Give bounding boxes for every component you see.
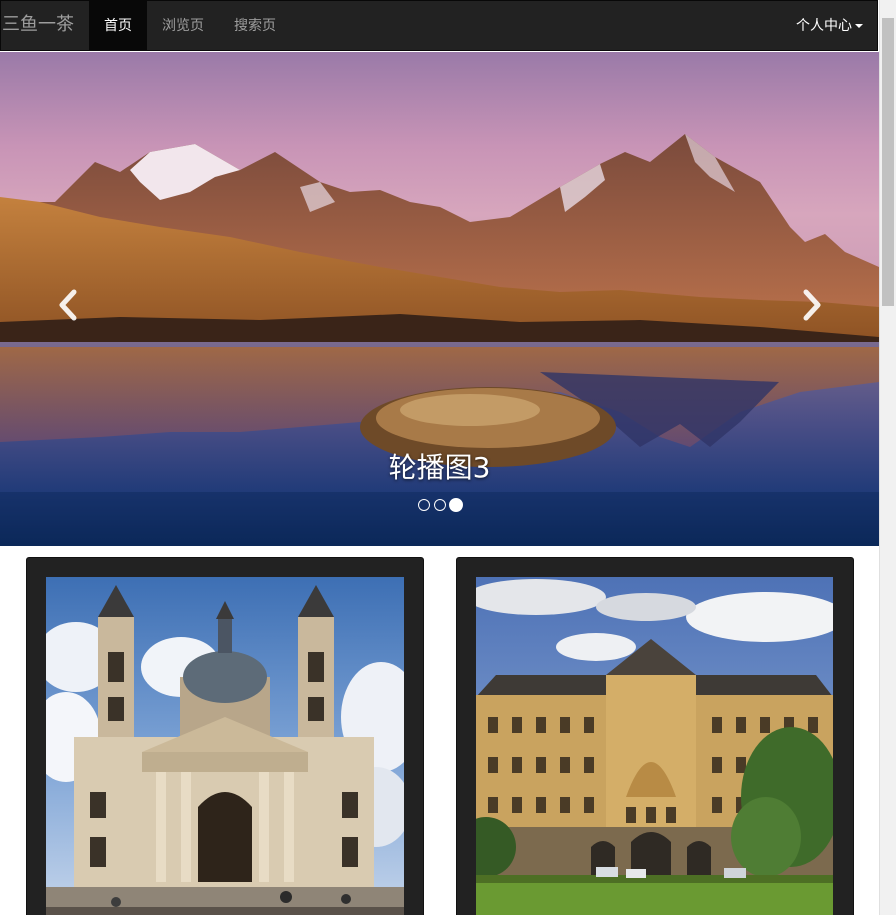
nav-item-browse[interactable]: 浏览页 [147,1,219,51]
nav-item-home[interactable]: 首页 [89,1,147,51]
carousel-prev-button[interactable] [54,288,84,322]
gallery-image-basilica[interactable] [46,577,404,915]
user-center-dropdown[interactable]: 个人中心 [796,1,863,51]
top-navbar: 三鱼一茶 首页 浏览页 搜索页 个人中心 [0,0,878,51]
carousel-indicator-3[interactable] [448,498,463,512]
gallery-image-palace[interactable] [476,577,833,915]
carousel-caption: 轮播图3 [388,451,491,484]
brand-logo[interactable]: 三鱼一茶 [2,14,74,36]
caret-down-icon [855,24,863,28]
basilica-photo [46,577,404,915]
page: 三鱼一茶 首页 浏览页 搜索页 个人中心 轮播图3 [0,0,896,915]
carousel-indicators [0,498,879,512]
vertical-scrollbar[interactable] [879,0,896,915]
user-center-label: 个人中心 [796,18,852,34]
gallery-card[interactable] [456,557,854,915]
chevron-right-icon [803,289,821,321]
nav-item-search[interactable]: 搜索页 [219,1,291,51]
chevron-left-icon [59,289,77,321]
carousel-indicator-1[interactable] [417,499,430,511]
scrollbar-thumb[interactable] [882,18,894,306]
gallery-card[interactable] [26,557,424,915]
carousel-indicator-2[interactable] [433,499,446,511]
carousel-next-button[interactable] [796,288,826,322]
image-carousel: 轮播图3 [0,52,879,546]
palace-photo [476,577,833,915]
